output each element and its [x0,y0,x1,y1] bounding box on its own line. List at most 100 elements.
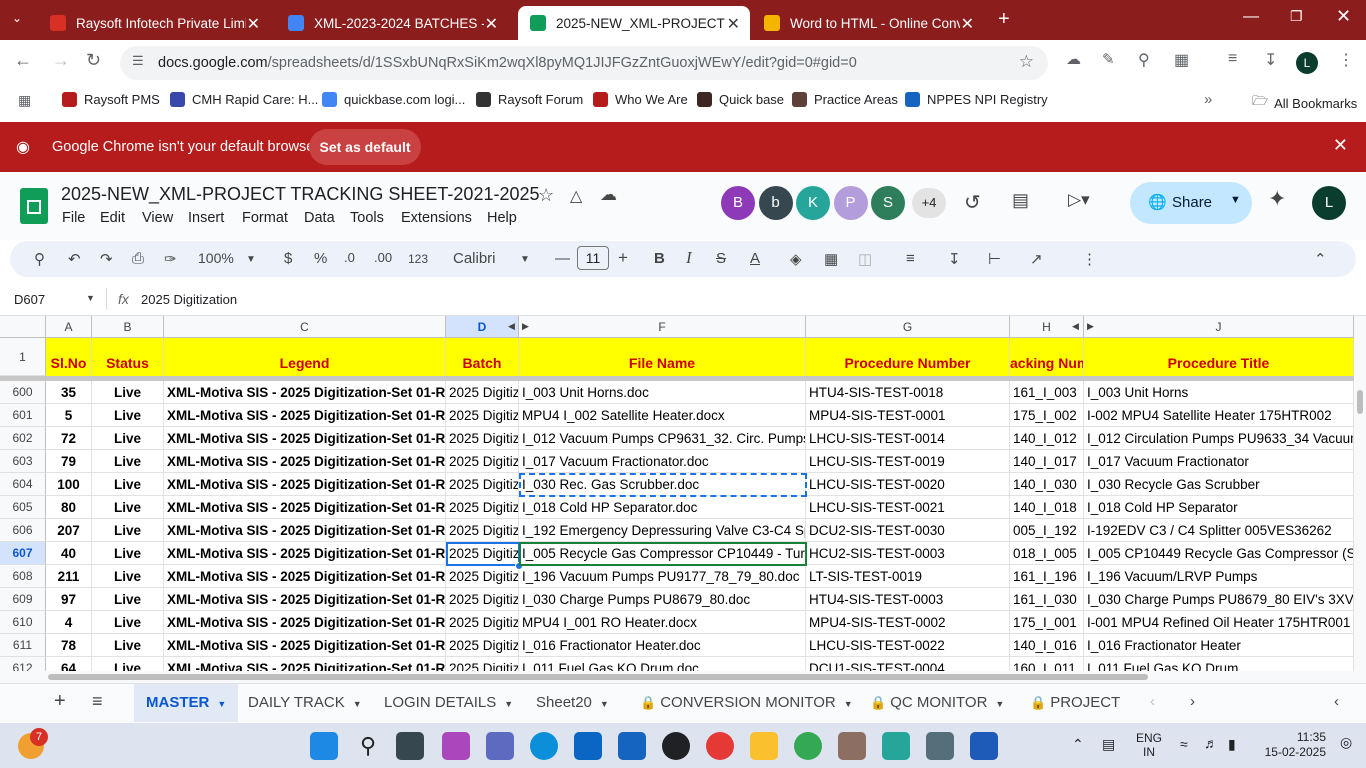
row-header[interactable]: 606 [0,519,46,542]
table-cell[interactable]: I_016 Fractionator Heater [1084,634,1354,657]
browser-tab[interactable]: XML-2023-2024 BATCHES - Go✕ [276,6,508,40]
task-view-icon[interactable] [396,732,424,760]
table-cell[interactable]: DCU1-SIS-TEST-0004 [806,657,1010,671]
header-cell[interactable]: acking Numl [1010,338,1084,376]
row-header[interactable]: 611 [0,634,46,657]
horizontal-align-icon[interactable]: ≡ [906,250,915,267]
table-cell[interactable]: XML-Motiva SIS - 2025 Digitization-Set 0… [164,565,446,588]
menu-data[interactable]: Data [304,210,335,226]
hidden-column-left-arrow[interactable]: ◀ [508,321,515,332]
hidden-column-left-arrow[interactable]: ◀ [1072,321,1079,332]
menu-help[interactable]: Help [487,210,517,226]
table-cell[interactable]: 2025 Digitiz [446,496,519,519]
column-header-j[interactable]: J [1084,316,1354,338]
word-icon[interactable] [970,732,998,760]
text-color-icon[interactable]: A [750,250,760,267]
table-cell[interactable]: I_017 Vacuum Fractionator [1084,450,1354,473]
collapse-menus-icon[interactable]: ⌃ [1314,250,1327,268]
table-cell[interactable]: MPU4-SIS-TEST-0001 [806,404,1010,427]
comments-icon[interactable]: ▤ [1012,190,1029,211]
table-cell[interactable]: MPU4 I_001 RO Heater.docx [519,611,806,634]
increase-decimal-button[interactable]: .00 [374,250,392,265]
extension-icon[interactable]: ☁ [1066,50,1081,68]
table-cell[interactable]: HTU4-SIS-TEST-0018 [806,381,1010,404]
side-panel-toggle-icon[interactable]: ‹ [1334,693,1339,710]
table-cell[interactable]: 211 [46,565,92,588]
print-icon[interactable]: ⎙ [132,250,144,267]
table-cell[interactable]: Live [92,542,164,565]
tab-close-icon[interactable]: ✕ [727,14,740,34]
table-cell[interactable]: I_012 Vacuum Pumps CP9631_32. Circ. Pump… [519,427,806,450]
bold-icon[interactable]: B [654,250,665,267]
collaborator-avatar[interactable]: B [721,186,755,220]
table-cell[interactable]: MPU4-SIS-TEST-0002 [806,611,1010,634]
table-cell[interactable]: XML-Motiva SIS - 2025 Digitization-Set 0… [164,450,446,473]
row-header[interactable]: 604 [0,473,46,496]
table-cell[interactable]: 2025 Digitiz [446,473,519,496]
sheet-tab[interactable]: 🔒 CONVERSION MONITOR ▼ [628,684,865,722]
menu-view[interactable]: View [142,210,173,226]
hidden-column-right-arrow[interactable]: ▶ [1087,321,1094,332]
table-cell[interactable]: 140_I_017 [1010,450,1084,473]
header-cell[interactable]: Legend [164,338,446,376]
vertical-align-icon[interactable]: ↧ [948,250,961,268]
dell-icon[interactable] [662,732,690,760]
name-box-dropdown-icon[interactable]: ▼ [86,293,95,303]
download-icon[interactable]: ↧ [1264,50,1277,70]
table-cell[interactable]: XML-Motiva SIS - 2025 Digitization-Set 0… [164,588,446,611]
menu-extensions[interactable]: Extensions [401,210,472,226]
notifications-icon[interactable]: ◎ [1340,734,1352,751]
table-cell[interactable]: MPU4 I_002 Satellite Heater.docx [519,404,806,427]
table-cell[interactable]: Live [92,404,164,427]
table-cell[interactable]: XML-Motiva SIS - 2025 Digitization-Set 0… [164,473,446,496]
bookmark-item[interactable]: Who We Are [593,92,688,107]
table-cell[interactable]: 4 [46,611,92,634]
table-cell[interactable]: LHCU-SIS-TEST-0022 [806,634,1010,657]
header-cell[interactable]: Status [92,338,164,376]
menu-insert[interactable]: Insert [188,210,224,226]
sheet-tab[interactable]: MASTER ▼ [134,684,239,722]
sheet-tab-dropdown-icon[interactable]: ▼ [217,699,226,709]
font-size-input[interactable]: 11 [577,246,609,270]
table-cell[interactable]: I-002 MPU4 Satellite Heater 175HTR002 [1084,404,1354,427]
table-cell[interactable]: I_003 Unit Horns.doc [519,381,806,404]
table-cell[interactable]: 64 [46,657,92,671]
italic-icon[interactable]: I [686,248,692,268]
table-cell[interactable]: 140_I_030 [1010,473,1084,496]
table-cell[interactable]: 175_I_001 [1010,611,1084,634]
table-cell[interactable]: Live [92,427,164,450]
menu-file[interactable]: File [62,210,85,226]
more-options-icon[interactable]: ⋮ [1082,250,1097,268]
table-cell[interactable]: 72 [46,427,92,450]
hidden-column-right-arrow[interactable]: ▶ [522,321,529,332]
table-cell[interactable]: I-192EDV C3 / C4 Splitter 005VES36262 [1084,519,1354,542]
table-cell[interactable]: 78 [46,634,92,657]
sheet-tab-dropdown-icon[interactable]: ▼ [844,699,853,709]
text-rotation-icon[interactable]: ↗ [1030,250,1043,268]
table-cell[interactable]: 2025 Digitiz [446,450,519,473]
wifi-icon[interactable]: ≈ [1180,736,1188,752]
table-cell[interactable]: LHCU-SIS-TEST-0019 [806,450,1010,473]
table-cell[interactable]: I_016 Fractionator Heater.doc [519,634,806,657]
table-cell[interactable]: LHCU-SIS-TEST-0014 [806,427,1010,450]
opera-icon[interactable] [706,732,734,760]
table-cell[interactable]: XML-Motiva SIS - 2025 Digitization-Set 0… [164,611,446,634]
header-cell[interactable]: Procedure Title [1084,338,1354,376]
table-cell[interactable]: 97 [46,588,92,611]
zoom-select[interactable]: 100% [198,250,234,266]
scroll-sheets-left-icon[interactable]: ‹ [1150,693,1155,710]
table-cell[interactable]: XML-Motiva SIS - 2025 Digitization-Set 0… [164,427,446,450]
move-icon[interactable]: △ [570,186,582,206]
sheet-tab-dropdown-icon[interactable]: ▼ [353,699,362,709]
meet-icon[interactable]: ▷▾ [1068,190,1090,210]
close-infobar-icon[interactable]: ✕ [1333,135,1348,156]
menu-edit[interactable]: Edit [100,210,125,226]
row-header[interactable]: 612 [0,657,46,671]
text-wrapping-icon[interactable]: ⊢ [988,250,1001,268]
vertical-scrollbar[interactable] [1354,316,1366,671]
table-cell[interactable]: 35 [46,381,92,404]
horizontal-scrollbar[interactable] [0,671,1366,683]
table-cell[interactable]: Live [92,611,164,634]
scroll-sheets-right-icon[interactable]: › [1190,693,1195,710]
bookmark-item[interactable]: Raysoft Forum [476,92,583,107]
